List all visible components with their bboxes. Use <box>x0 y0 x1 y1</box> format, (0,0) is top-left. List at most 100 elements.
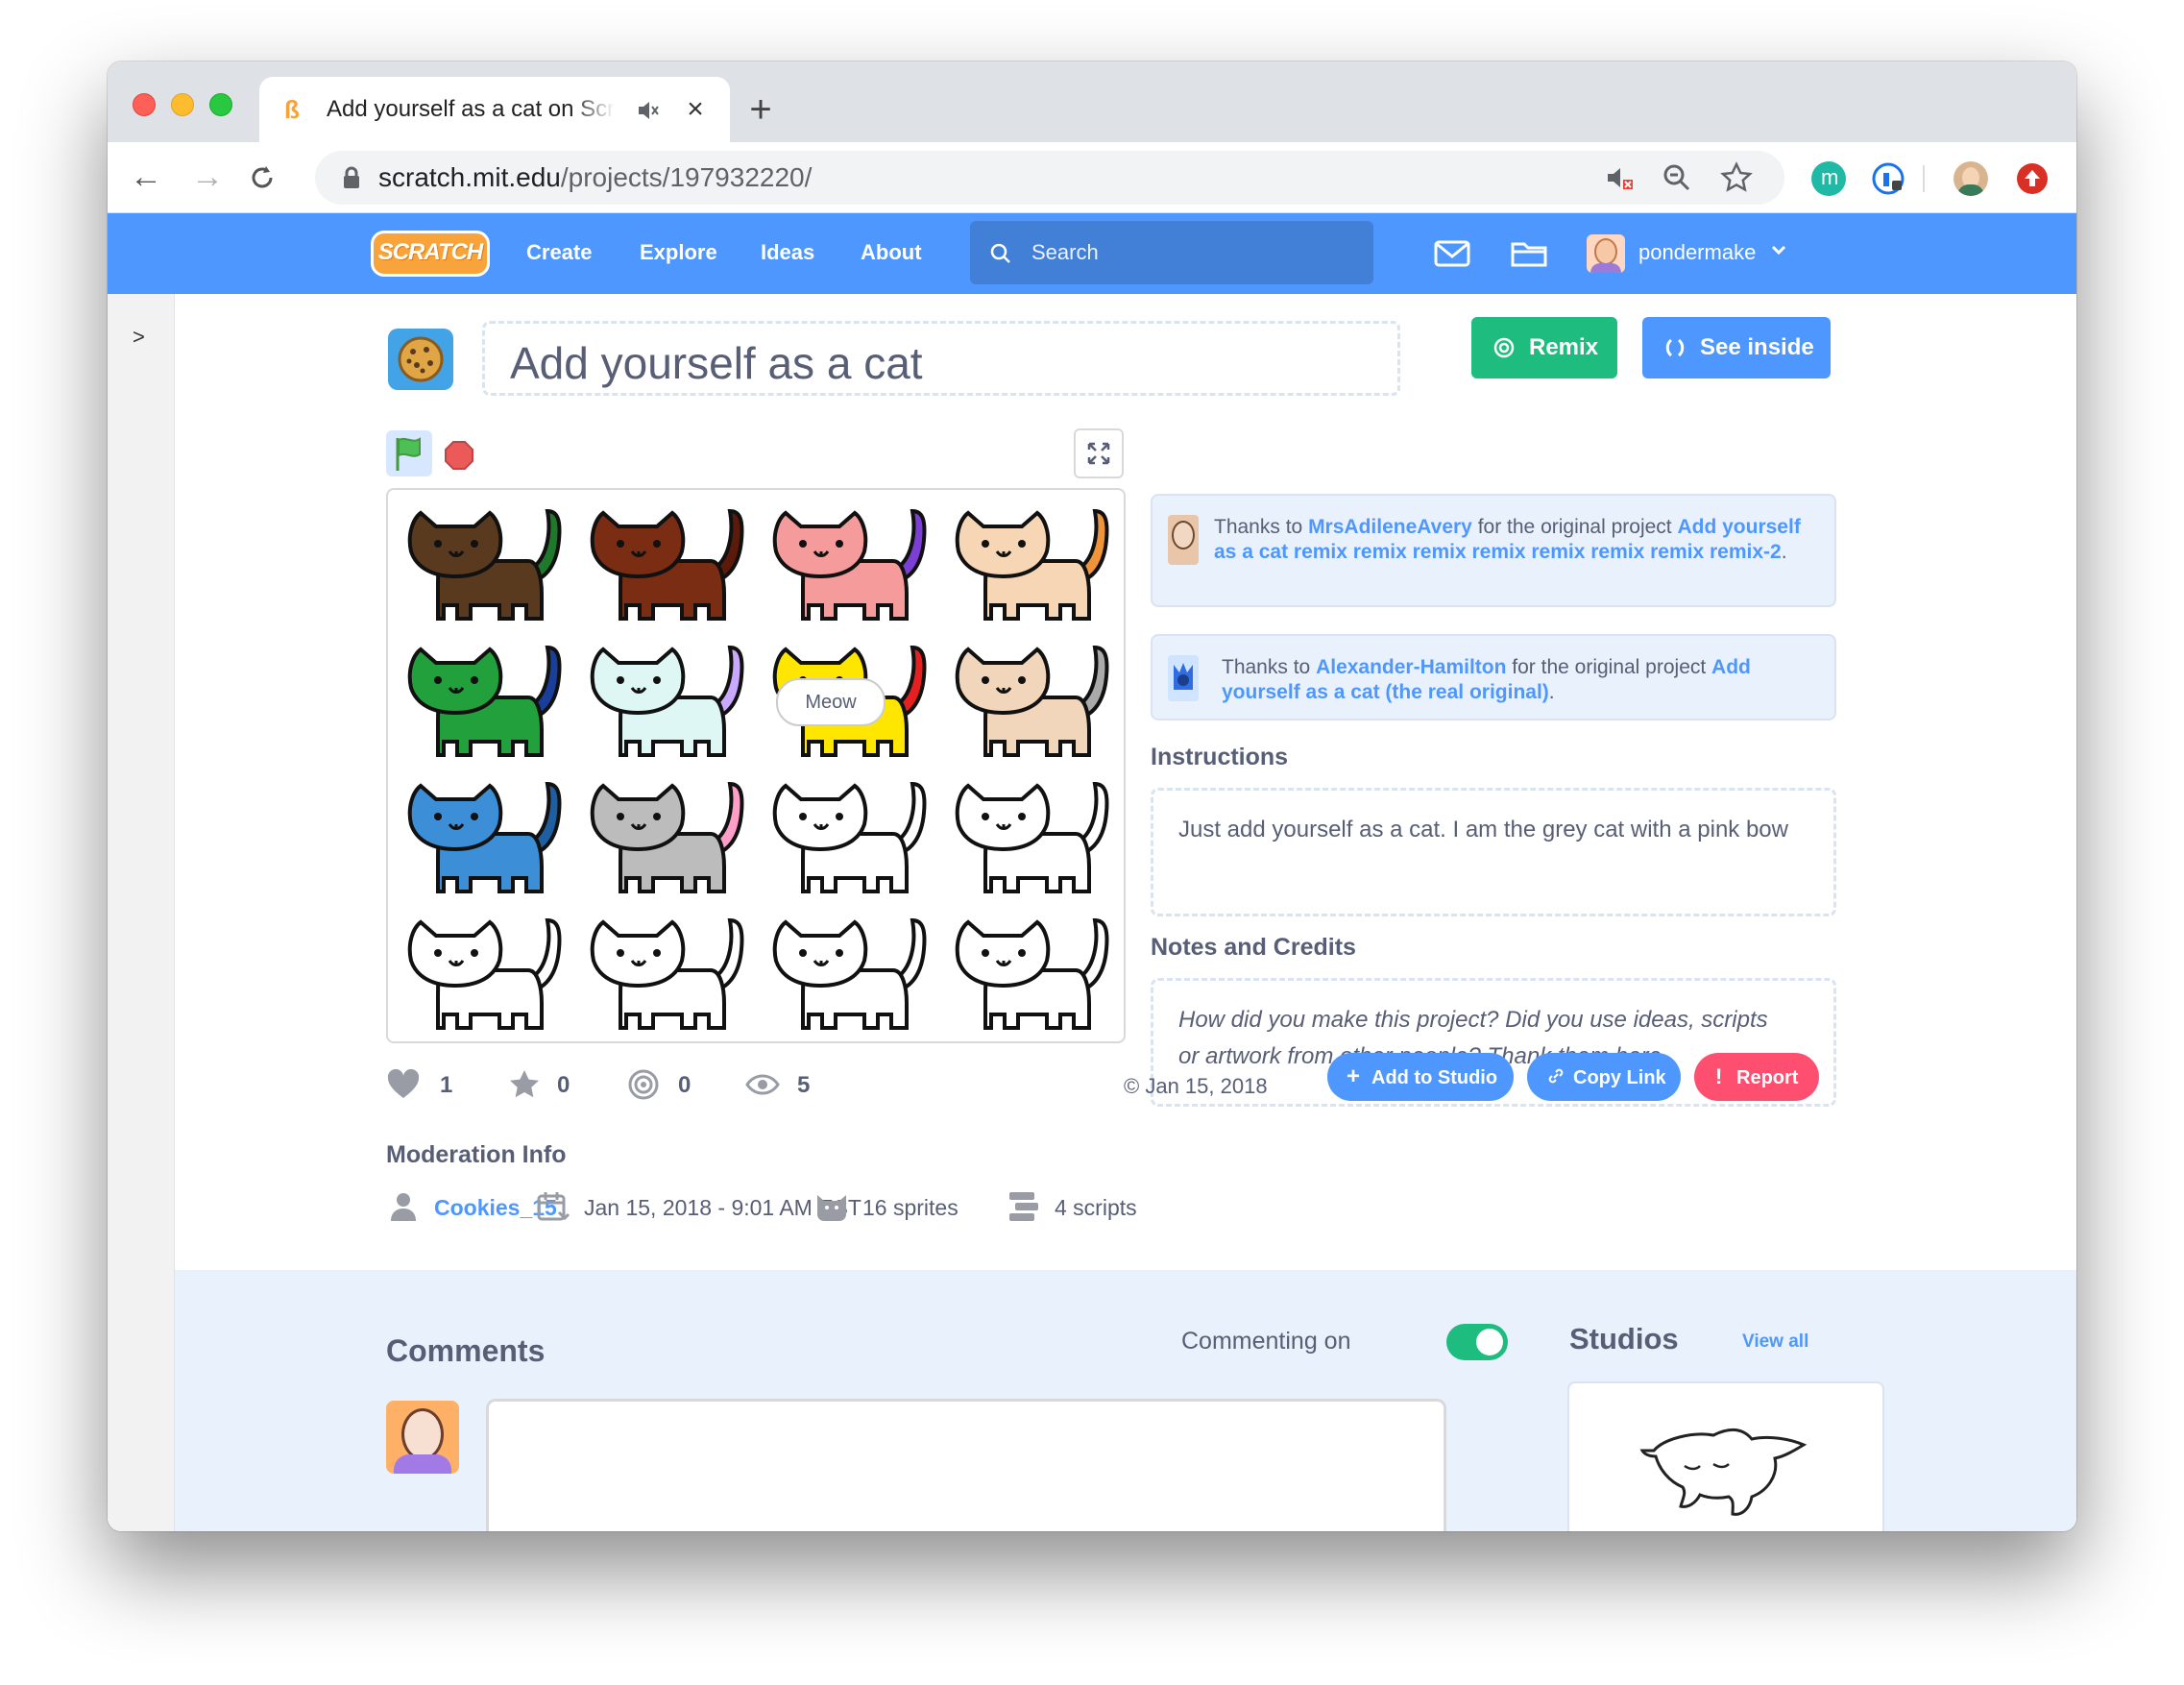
chevron-down-icon[interactable] <box>1769 240 1788 259</box>
close-window-button[interactable] <box>133 93 156 116</box>
close-tab-icon[interactable]: × <box>680 94 711 125</box>
instructions-box[interactable]: Just add yourself as a cat. I am the gre… <box>1151 788 1836 916</box>
cat-sprite[interactable] <box>576 494 759 630</box>
minimize-window-button[interactable] <box>171 93 194 116</box>
address-bar[interactable]: scratch.mit.edu/projects/197932220/ <box>315 151 1784 205</box>
report-button[interactable]: ! Report <box>1694 1053 1819 1101</box>
commenter-avatar <box>386 1401 459 1474</box>
scratch-page: SCRATCH Create Explore Ideas About Searc… <box>108 213 2076 1531</box>
cat-sprite[interactable] <box>576 630 759 767</box>
calendar-icon <box>537 1192 570 1221</box>
lock-icon <box>344 166 359 188</box>
green-flag-button[interactable] <box>386 430 432 476</box>
project-title: Add yourself as a cat <box>510 338 923 388</box>
username-label[interactable]: pondermake <box>1638 240 1756 265</box>
studio-thumbnail-cat <box>1639 1429 1808 1516</box>
extension-m-icon[interactable]: m <box>1811 161 1846 196</box>
browser-tab[interactable]: ß Add yourself as a cat on Scratch × <box>259 77 730 144</box>
view-all-studios-link[interactable]: View all <box>1742 1331 1808 1353</box>
credit-author-link-2[interactable]: Alexander-Hamilton <box>1316 656 1506 678</box>
cat-sprite[interactable] <box>394 494 576 630</box>
credit-avatar-1 <box>1168 515 1199 565</box>
forward-arrow-icon[interactable]: → <box>186 156 229 198</box>
search-placeholder: Search <box>1031 240 1099 264</box>
green-flag-icon <box>396 437 421 471</box>
see-inside-icon <box>1665 338 1685 357</box>
nav-about[interactable]: About <box>861 240 922 265</box>
extension-password-icon[interactable] <box>1871 161 1905 196</box>
new-tab-button[interactable]: + <box>741 90 780 129</box>
scripts-icon <box>1009 1192 1038 1221</box>
shared-date: © Jan 15, 2018 <box>1124 1074 1268 1098</box>
project-title-field[interactable]: Add yourself as a cat <box>482 321 1400 396</box>
fullscreen-icon <box>1087 442 1110 465</box>
stop-icon[interactable] <box>444 440 474 471</box>
love-heart-icon[interactable] <box>386 1068 421 1101</box>
remix-icon <box>1493 337 1515 358</box>
cat-sprite[interactable] <box>576 903 759 1039</box>
nav-create[interactable]: Create <box>526 240 592 265</box>
remix-credit-1: Thanks to MrsAdileneAvery for the origin… <box>1151 494 1836 607</box>
cat-sprite[interactable] <box>941 767 1124 903</box>
views-eye-icon <box>745 1074 780 1095</box>
scratch-logo[interactable]: SCRATCH <box>371 231 490 277</box>
reload-icon[interactable] <box>248 163 277 192</box>
plus-icon: + <box>1347 1063 1361 1089</box>
project-thumbnail <box>388 329 453 390</box>
maximize-window-button[interactable] <box>209 93 232 116</box>
my-stuff-folder-icon[interactable] <box>1510 236 1548 271</box>
side-panel: > <box>108 294 175 1531</box>
script-count: 4 scripts <box>1055 1195 1137 1220</box>
comment-textarea[interactable] <box>486 1399 1446 1531</box>
cat-sprite[interactable] <box>941 903 1124 1039</box>
comments-section: Comments Commenting on Studios View all <box>175 1270 2076 1531</box>
zoom-out-icon[interactable] <box>1660 160 1694 195</box>
cat-sprite[interactable] <box>576 767 759 903</box>
instructions-heading: Instructions <box>1151 744 1289 770</box>
credit-text-1: Thanks to MrsAdileneAvery for the origin… <box>1214 516 1801 563</box>
cat-sprite[interactable] <box>394 903 576 1039</box>
cat-sprite[interactable] <box>759 767 941 903</box>
view-count: 5 <box>797 1072 811 1098</box>
mute-tab-icon[interactable] <box>636 98 661 123</box>
link-icon <box>1548 1068 1564 1084</box>
cat-sprite[interactable] <box>759 494 941 630</box>
tab-strip: ß Add yourself as a cat on Scratch × + <box>108 61 2076 144</box>
love-count: 1 <box>440 1072 453 1098</box>
back-arrow-icon[interactable]: ← <box>125 156 167 198</box>
cat-sprite[interactable] <box>394 630 576 767</box>
expand-sidebar-button[interactable]: > <box>133 325 145 350</box>
commenting-label: Commenting on <box>1181 1328 1351 1355</box>
sprite-cat-icon <box>817 1195 846 1221</box>
cat-sprite[interactable] <box>941 630 1124 767</box>
remix-button[interactable]: Remix <box>1471 317 1617 379</box>
cat-sprite[interactable] <box>941 494 1124 630</box>
remix-count-icon <box>628 1069 659 1100</box>
messages-envelope-icon[interactable] <box>1433 236 1471 271</box>
moderation-heading: Moderation Info <box>386 1141 567 1168</box>
credit-avatar-2 <box>1168 655 1199 701</box>
profile-avatar[interactable] <box>1953 161 1988 196</box>
search-input[interactable]: Search <box>970 221 1373 284</box>
studios-heading: Studios <box>1569 1322 1679 1355</box>
nav-explore[interactable]: Explore <box>640 240 717 265</box>
copy-link-button[interactable]: Copy Link <box>1527 1053 1681 1101</box>
cat-sprite[interactable] <box>759 903 941 1039</box>
commenting-toggle[interactable] <box>1446 1324 1508 1360</box>
add-to-studio-button[interactable]: + Add to Studio <box>1327 1053 1514 1101</box>
see-inside-button[interactable]: See inside <box>1642 317 1831 379</box>
site-sound-muted-icon[interactable] <box>1602 160 1637 195</box>
bookmark-star-icon[interactable] <box>1719 160 1754 195</box>
cat-sprite[interactable] <box>394 767 576 903</box>
fullscreen-button[interactable] <box>1074 428 1124 478</box>
user-avatar[interactable] <box>1587 234 1625 273</box>
update-icon[interactable] <box>2015 161 2050 196</box>
project-stage[interactable]: Meow <box>386 488 1126 1043</box>
nav-ideas[interactable]: Ideas <box>761 240 814 265</box>
notes-heading: Notes and Credits <box>1151 934 1356 961</box>
studio-card[interactable] <box>1567 1381 1884 1531</box>
browser-window: ß Add yourself as a cat on Scratch × + ←… <box>108 61 2076 1531</box>
speech-bubble: Meow <box>776 678 886 726</box>
credit-author-link-1[interactable]: MrsAdileneAvery <box>1308 516 1472 538</box>
favorite-star-icon[interactable] <box>507 1068 542 1101</box>
